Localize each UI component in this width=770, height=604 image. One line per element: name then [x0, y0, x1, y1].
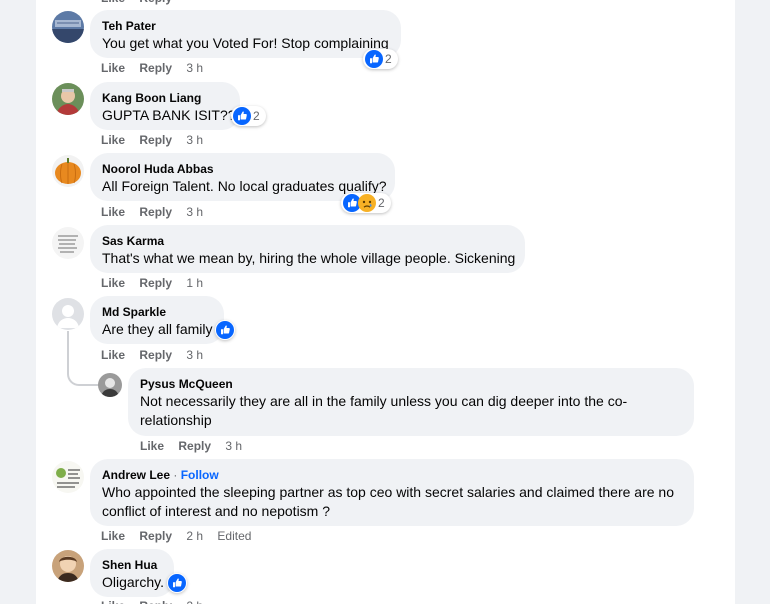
like-button[interactable]: Like — [101, 0, 125, 5]
like-button[interactable]: Like — [101, 599, 125, 604]
comment-author-row: Andrew Lee · Follow — [102, 467, 682, 483]
comment-actions: Like Reply 2 h Edited — [101, 528, 262, 544]
comment-author[interactable]: Md Sparkle — [102, 304, 212, 320]
like-icon — [168, 574, 186, 592]
comment-actions-partial: Like Reply — [101, 0, 183, 6]
comment-timestamp[interactable]: 2 h — [186, 599, 203, 604]
comment-author[interactable]: Noorol Huda Abbas — [102, 161, 383, 177]
comment-text: All Foreign Talent. No local graduates q… — [102, 178, 387, 194]
avatar[interactable] — [52, 461, 84, 493]
reaction-summary[interactable]: 2 — [341, 193, 391, 213]
comment-timestamp[interactable]: 3 h — [186, 348, 203, 362]
comment-text: GUPTA BANK ISIT??? — [102, 107, 244, 123]
reply-button[interactable]: Reply — [139, 599, 172, 604]
comment-actions: Like Reply 3 h — [101, 347, 214, 363]
comment-actions: Like Reply 1 h — [101, 275, 214, 291]
reaction-count: 2 — [378, 196, 385, 210]
comment-author[interactable]: Shen Hua — [102, 557, 162, 573]
like-icon — [216, 321, 234, 339]
reaction-count: 2 — [253, 109, 260, 123]
reply-bubble: Pysus McQueen Not necessarily they are a… — [128, 368, 694, 436]
avatar[interactable] — [98, 373, 122, 397]
comment-text: Oligarchy. — [102, 574, 164, 590]
comment-author[interactable]: Andrew Lee — [102, 468, 170, 482]
like-button[interactable]: Like — [101, 348, 125, 362]
separator-dot: · — [173, 468, 178, 482]
comment-bubble: Teh Pater You get what you Voted For! St… — [90, 10, 401, 58]
comment-timestamp[interactable]: 2 h — [186, 529, 203, 543]
comment-text: That's what we mean by, hiring the whole… — [102, 250, 516, 266]
comment-bubble: Shen Hua Oligarchy. — [90, 549, 174, 597]
like-button[interactable]: Like — [101, 133, 125, 147]
comment-timestamp[interactable]: 3 h — [186, 133, 203, 147]
comment-actions: Like Reply 2 h — [101, 598, 214, 604]
comment-bubble: Kang Boon Liang GUPTA BANK ISIT??? — [90, 82, 244, 130]
comments-panel: Like Reply Teh Pater You get what you Vo… — [36, 0, 735, 604]
reaction-summary[interactable]: 2 — [231, 106, 266, 126]
avatar[interactable] — [52, 155, 84, 187]
comment-timestamp[interactable]: 3 h — [186, 205, 203, 219]
follow-link[interactable]: Follow — [181, 468, 219, 482]
reply-button[interactable]: Reply — [139, 348, 172, 362]
comment-bubble: Md Sparkle Are they all family — [90, 296, 224, 344]
reaction-summary[interactable] — [167, 573, 187, 593]
comment-text: Who appointed the sleeping partner as to… — [102, 484, 675, 519]
reply-button[interactable]: Reply — [139, 276, 172, 290]
reply-button[interactable]: Reply — [178, 439, 211, 453]
avatar[interactable] — [52, 83, 84, 115]
reply-button[interactable]: Reply — [139, 205, 172, 219]
avatar[interactable] — [52, 227, 84, 259]
comment-text: Not necessarily they are all in the fami… — [140, 393, 628, 428]
comment-bubble: Andrew Lee · Follow Who appointed the sl… — [90, 459, 694, 526]
like-button[interactable]: Like — [140, 439, 164, 453]
like-icon — [233, 107, 251, 125]
reaction-summary[interactable]: 2 — [363, 49, 398, 69]
comment-text: Are they all family — [102, 321, 213, 337]
reply-button[interactable]: Reply — [139, 0, 172, 5]
reply-thread-line — [67, 331, 99, 386]
avatar[interactable] — [52, 11, 84, 43]
reply-actions: Like Reply 3 h — [140, 438, 253, 454]
comment-actions: Like Reply 3 h — [101, 132, 214, 148]
comment-timestamp[interactable]: 3 h — [225, 439, 242, 453]
like-icon — [365, 50, 383, 68]
comment-text: You get what you Voted For! Stop complai… — [102, 35, 389, 51]
comment-actions: Like Reply 3 h — [101, 204, 214, 220]
reaction-summary[interactable] — [215, 320, 235, 340]
reply-button[interactable]: Reply — [139, 529, 172, 543]
reply-button[interactable]: Reply — [139, 61, 172, 75]
sad-icon — [358, 194, 376, 212]
comment-bubble: Sas Karma That's what we mean by, hiring… — [90, 225, 525, 273]
avatar[interactable] — [52, 550, 84, 582]
comment-author[interactable]: Teh Pater — [102, 18, 389, 34]
edited-label[interactable]: Edited — [217, 529, 251, 543]
like-button[interactable]: Like — [101, 205, 125, 219]
comment-timestamp[interactable]: 3 h — [186, 61, 203, 75]
comment-actions: Like Reply 3 h — [101, 60, 214, 76]
reaction-count: 2 — [385, 52, 392, 66]
comment-author[interactable]: Sas Karma — [102, 233, 513, 249]
avatar[interactable] — [52, 298, 84, 330]
like-button[interactable]: Like — [101, 61, 125, 75]
reply-button[interactable]: Reply — [139, 133, 172, 147]
like-button[interactable]: Like — [101, 529, 125, 543]
like-button[interactable]: Like — [101, 276, 125, 290]
comment-timestamp[interactable]: 1 h — [186, 276, 203, 290]
comment-author[interactable]: Kang Boon Liang — [102, 90, 228, 106]
comment-author[interactable]: Pysus McQueen — [140, 376, 682, 392]
